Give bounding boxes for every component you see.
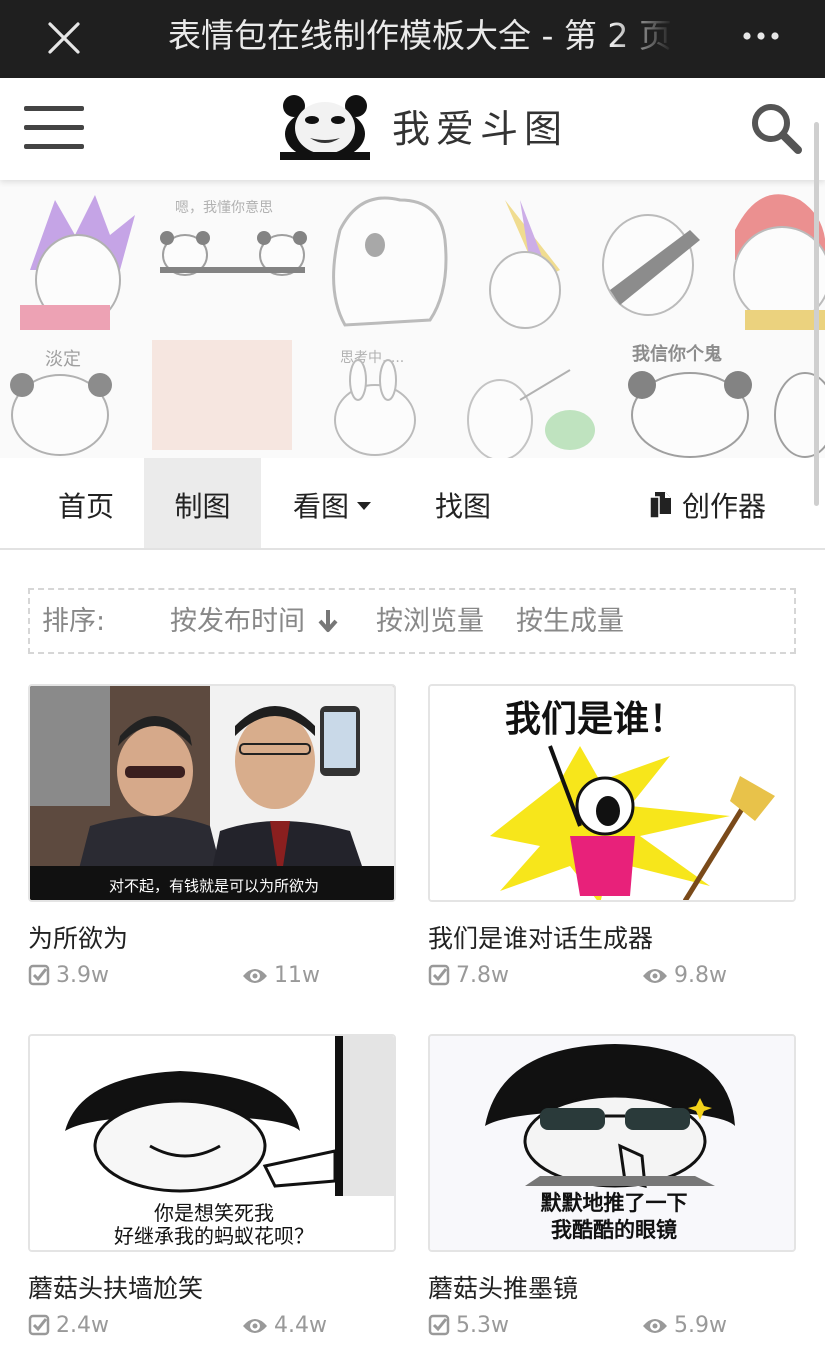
nav-browse[interactable]: 看图 [272, 458, 392, 548]
made-count: 3.9w [28, 960, 109, 992]
caret-down-icon [357, 502, 371, 510]
banner-sticker-rocker [20, 195, 135, 330]
banner-artwork: 嗯，我懂你意思 淡定 思考中..... 我信你个鬼 [10, 194, 825, 458]
nav-find[interactable]: 找图 [404, 458, 522, 548]
banner-sticker-calm: 淡定 [10, 349, 112, 456]
card-title[interactable]: 为所欲为 [28, 922, 128, 956]
thumb-caption-line1: 你是想笑死我 [154, 1201, 274, 1225]
hamburger-icon[interactable] [24, 106, 84, 150]
panda-logo-icon[interactable] [280, 94, 370, 160]
card-thumbnail[interactable]: 你是想笑死我 好继承我的蚂蚁花呗？ [28, 1034, 396, 1252]
banner-sticker-cat [152, 340, 292, 450]
thumb-caption-line2: 我酷酷的眼镜 [551, 1218, 677, 1242]
view-count-value: 11w [274, 963, 320, 988]
banner-sticker-blob [332, 196, 448, 327]
view-count: 4.4w [242, 1310, 327, 1342]
sort-label: 排序: [42, 606, 106, 637]
banner-caption-1: 嗯，我懂你意思 [175, 199, 273, 216]
banner-sticker-fishing [467, 369, 595, 458]
check-square-icon [428, 964, 450, 986]
card-title[interactable]: 蘑菇头推墨镜 [428, 1272, 578, 1306]
eye-icon [243, 969, 267, 983]
more-icon[interactable] [741, 22, 781, 50]
sort-by-time[interactable]: 按发布时间 [170, 590, 339, 654]
thumb-wealthy-men: 对不起，有钱就是可以为所欲为 [30, 686, 394, 900]
thumb-caption-line1: 默默地推了一下 [541, 1191, 688, 1215]
sort-by-generated[interactable]: 按生成量 [516, 590, 624, 654]
close-icon[interactable] [44, 18, 84, 58]
made-count-value: 7.8w [456, 963, 509, 988]
app-top-bar: 表情包在线制作模板大全 - 第 2 页 [0, 0, 825, 78]
nav-browse-label: 看图 [292, 490, 349, 523]
check-square-icon [28, 1314, 50, 1336]
made-count-value: 2.4w [56, 1313, 109, 1338]
nav-make[interactable]: 制图 [144, 458, 261, 548]
card-title[interactable]: 蘑菇头扶墙尬笑 [28, 1272, 203, 1306]
main-nav: 首页 制图 看图 找图 创作器 [0, 458, 825, 550]
sort-bar: 排序: 按发布时间 按浏览量 按生成量 [28, 588, 796, 654]
brand-name[interactable]: 我爱斗图 [392, 104, 568, 154]
view-count: 5.9w [642, 1310, 727, 1342]
banner-sticker-rabbit: 思考中..... [334, 350, 416, 456]
banner-caption-2: 淡定 [45, 349, 81, 370]
thumb-caption: 对不起，有钱就是可以为所欲为 [109, 877, 319, 895]
made-count-value: 3.9w [56, 963, 109, 988]
card-thumbnail[interactable]: 对不起，有钱就是可以为所欲为 [28, 684, 396, 902]
view-count-value: 4.4w [274, 1313, 327, 1338]
banner-sticker-redhair [733, 194, 825, 330]
sort-by-views[interactable]: 按浏览量 [376, 590, 484, 654]
nav-home[interactable]: 首页 [28, 458, 144, 548]
thumb-who-are-we: 我们是谁！ [430, 686, 794, 900]
window-title: 表情包在线制作模板大全 - 第 2 页 [168, 16, 672, 55]
thumb-mushroom-glasses: 默默地推了一下 我酷酷的眼镜 [430, 1036, 794, 1250]
made-count: 2.4w [28, 1310, 109, 1342]
thumb-caption-line2: 好继承我的蚂蚁花呗？ [114, 1224, 314, 1248]
card-title[interactable]: 我们是谁对话生成器 [428, 922, 653, 956]
made-count: 7.8w [428, 960, 509, 992]
check-square-icon [428, 1314, 450, 1336]
view-count-value: 9.8w [674, 963, 727, 988]
nav-creator-label: 创作器 [681, 490, 766, 523]
banner-sticker-disbelief: 我信你个鬼 [628, 343, 825, 458]
card-thumbnail[interactable]: 默默地推了一下 我酷酷的眼镜 [428, 1034, 796, 1252]
files-icon [649, 492, 671, 519]
made-count-value: 5.3w [456, 1313, 509, 1338]
view-count: 9.8w [642, 960, 727, 992]
banner-sticker-pandas: 嗯，我懂你意思 [160, 199, 307, 276]
view-count-value: 5.9w [674, 1313, 727, 1338]
banner-caption-3: 思考中..... [340, 350, 404, 366]
sort-by-time-label: 按发布时间 [170, 606, 305, 637]
sticker-banner: 嗯，我懂你意思 淡定 思考中..... 我信你个鬼 [0, 180, 825, 458]
arrow-down-icon [318, 610, 338, 632]
eye-icon [643, 969, 667, 983]
card-thumbnail[interactable]: 我们是谁！ [428, 684, 796, 902]
banner-sticker-guitar [602, 214, 700, 316]
thumb-mushroom-wall: 你是想笑死我 好继承我的蚂蚁花呗？ [30, 1036, 394, 1250]
banner-sticker-light [489, 200, 561, 329]
scrollbar[interactable] [814, 122, 819, 506]
nav-creator[interactable]: 创作器 [636, 458, 776, 548]
search-icon[interactable] [748, 100, 804, 156]
eye-icon [243, 1319, 267, 1333]
made-count: 5.3w [428, 1310, 509, 1342]
check-square-icon [28, 964, 50, 986]
banner-caption-4: 我信你个鬼 [632, 343, 722, 365]
eye-icon [643, 1319, 667, 1333]
view-count: 11w [242, 960, 320, 992]
thumb-caption: 我们是谁！ [505, 699, 685, 740]
site-header: 我爱斗图 [0, 78, 825, 180]
